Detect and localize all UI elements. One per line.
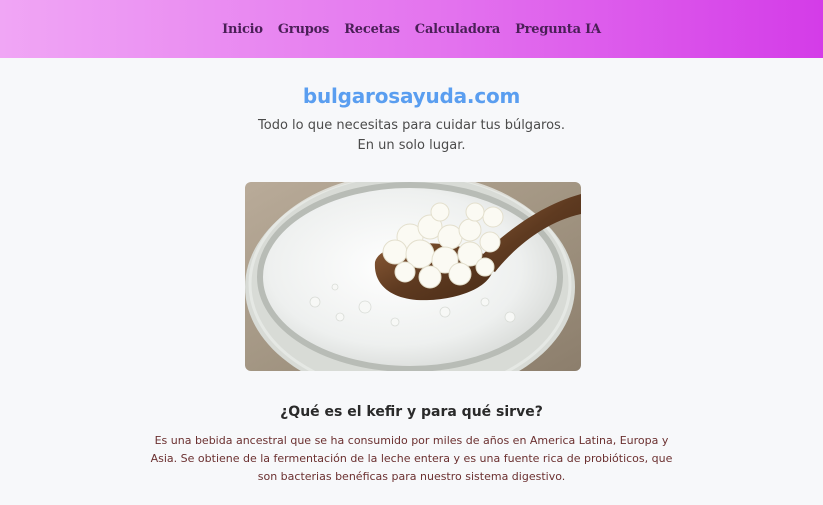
nav-link-calculadora[interactable]: Calculadora xyxy=(415,22,500,37)
top-navbar: Inicio Grupos Recetas Calculadora Pregun… xyxy=(0,0,823,58)
hero: bulgarosayuda.com Todo lo que necesitas … xyxy=(0,84,823,156)
kefir-spoon-image xyxy=(245,182,581,371)
nav-link-grupos[interactable]: Grupos xyxy=(278,22,329,37)
tagline-line-1: Todo lo que necesitas para cuidar tus bú… xyxy=(258,118,565,133)
nav-link-pregunta-ia[interactable]: Pregunta IA xyxy=(515,22,601,37)
site-title[interactable]: bulgarosayuda.com xyxy=(0,84,823,108)
nav-link-recetas[interactable]: Recetas xyxy=(344,22,400,37)
kefir-info-section: ¿Qué es el kefir y para qué sirve? Es un… xyxy=(150,404,673,486)
section-body: Es una bebida ancestral que se ha consum… xyxy=(150,434,673,483)
tagline-line-2: En un solo lugar. xyxy=(357,138,466,153)
nav-link-inicio[interactable]: Inicio xyxy=(222,22,263,37)
nav-links: Inicio Grupos Recetas Calculadora Pregun… xyxy=(222,22,601,37)
tagline: Todo lo que necesitas para cuidar tus bú… xyxy=(0,116,823,156)
section-title: ¿Qué es el kefir y para qué sirve? xyxy=(280,404,543,420)
